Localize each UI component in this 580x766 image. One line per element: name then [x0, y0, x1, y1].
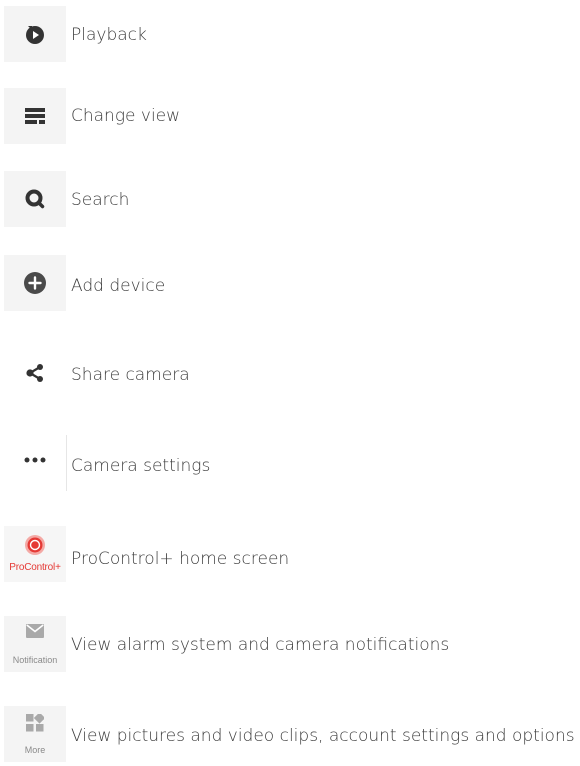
change-view-tile[interactable]	[4, 88, 66, 144]
menu-item-notifications[interactable]: Notification View alarm system and camer…	[0, 616, 580, 676]
more-caption: More	[24, 745, 46, 755]
more-label: View pictures and video clips, account s…	[71, 726, 575, 746]
menu-item-more[interactable]: More View pictures and video clips, acco…	[0, 706, 580, 766]
search-label: Search	[71, 190, 130, 210]
vertical-divider	[66, 435, 67, 491]
procontrol-caption: ProControl+	[9, 562, 61, 573]
camera-settings-label: Camera settings	[71, 456, 211, 476]
procontrol-tile[interactable]: ProControl+	[4, 526, 66, 582]
apps-grid-icon	[26, 714, 44, 732]
change-view-label: Change view	[71, 106, 181, 126]
envelope-icon	[26, 624, 44, 638]
menu-item-search[interactable]: Search	[0, 171, 580, 231]
camera-settings-tile[interactable]	[4, 432, 66, 488]
add-device-tile[interactable]	[4, 255, 66, 311]
playback-tile[interactable]	[4, 6, 66, 62]
notification-caption: Notification	[12, 655, 58, 665]
search-icon	[25, 189, 45, 209]
notification-tile[interactable]: Notification	[4, 616, 66, 672]
procontrol-home-label: ProControl+ home screen	[71, 549, 290, 569]
more-tile[interactable]: More	[4, 706, 66, 762]
share-camera-tile[interactable]	[4, 345, 66, 401]
procontrol-logo-icon	[25, 535, 45, 555]
more-dots-icon	[24, 457, 46, 463]
notifications-label: View alarm system and camera notificatio…	[71, 635, 450, 655]
menu-item-playback[interactable]: Playback	[0, 6, 580, 66]
menu-item-share-camera[interactable]: Share camera	[0, 345, 580, 405]
playback-icon	[26, 26, 44, 44]
plus-circle-icon	[24, 272, 46, 294]
menu-item-change-view[interactable]: Change view	[0, 88, 580, 148]
playback-label: Playback	[71, 25, 147, 45]
menu-item-add-device[interactable]: Add device	[0, 255, 580, 315]
menu-item-procontrol-home[interactable]: ProControl+ ProControl+ home screen	[0, 526, 580, 586]
grid-view-icon	[25, 108, 45, 124]
share-icon	[26, 364, 43, 382]
search-tile[interactable]	[4, 171, 66, 227]
add-device-label: Add device	[71, 276, 166, 296]
share-camera-label: Share camera	[71, 365, 190, 385]
menu-item-camera-settings[interactable]: Camera settings	[0, 432, 580, 492]
